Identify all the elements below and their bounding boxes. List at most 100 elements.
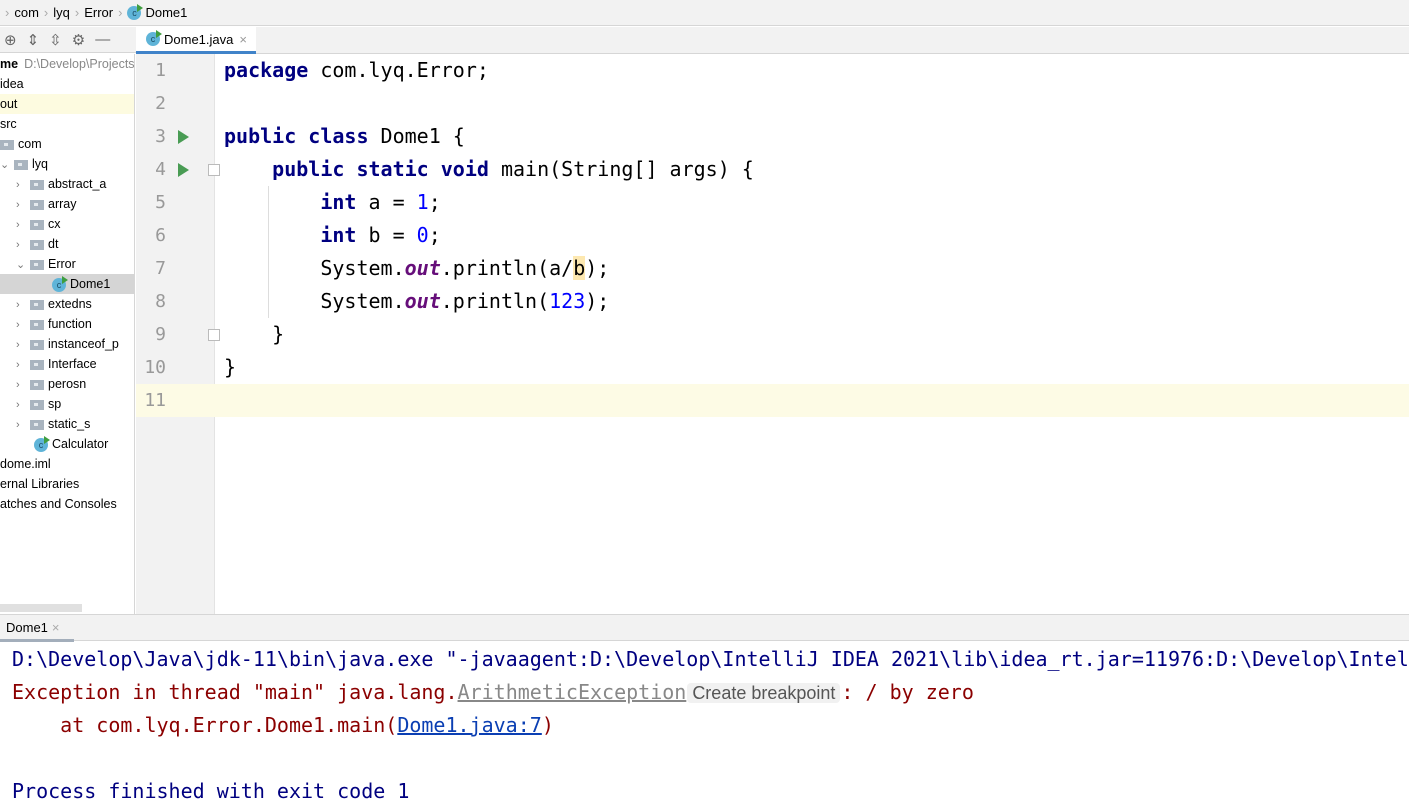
tree-item[interactable]: ⌄ Error (0, 254, 134, 275)
chevron-right-icon[interactable]: › (16, 395, 30, 415)
tree-item-label: Interface (48, 357, 97, 371)
tree-item-label: Calculator (52, 437, 109, 451)
gear-icon[interactable]: ⚙ (72, 31, 85, 49)
close-icon[interactable]: × (239, 32, 247, 47)
run-icon[interactable] (178, 130, 189, 144)
tree-item[interactable]: › instanceof_p (0, 334, 134, 355)
line-number: 4 (155, 159, 166, 180)
tree-item[interactable]: idea (0, 74, 134, 94)
code-line-11-current (215, 384, 1409, 417)
chevron-right-icon[interactable]: › (16, 315, 30, 335)
collapse-all-icon[interactable]: ⇳ (49, 31, 62, 49)
console-output[interactable]: D:\Develop\Java\jdk-11\bin\java.exe "-ja… (0, 642, 1409, 807)
tree-item[interactable]: › Interface (0, 354, 134, 375)
tree-item-label: com (18, 137, 42, 151)
chevron-right-icon[interactable]: › (16, 335, 30, 355)
java-class-icon: c (146, 30, 162, 46)
locate-icon[interactable]: ⊕ (4, 31, 17, 49)
source-link[interactable]: Dome1.java:7 (397, 713, 542, 737)
tree-item[interactable]: ernal Libraries (0, 474, 134, 494)
chevron-icon: › (74, 5, 80, 20)
folder-icon (30, 319, 44, 330)
code-editor[interactable]: package com.lyq.Error; public class Dome… (215, 54, 1409, 614)
tab-label: Dome1 (6, 620, 48, 635)
tree-item-label: cx (48, 217, 61, 231)
chevron-right-icon[interactable]: › (16, 175, 30, 195)
line-number: 5 (155, 192, 166, 213)
expand-all-icon[interactable]: ⇕ (27, 31, 40, 49)
run-icon[interactable] (178, 163, 189, 177)
tree-item-label: lyq (32, 157, 48, 171)
editor-tabs: c Dome1.java × (136, 27, 1409, 54)
console-command-line: D:\Develop\Java\jdk-11\bin\java.exe "-ja… (12, 647, 1409, 671)
code-line-5: int a = 1; (320, 190, 441, 214)
breadcrumb-com[interactable]: com (14, 5, 39, 20)
code-line-7: System.out.println(a/b); (320, 256, 610, 280)
tree-item-label: array (48, 197, 77, 211)
java-class-icon: c (127, 3, 144, 20)
tree-item[interactable]: c Calculator (0, 434, 134, 454)
chevron-icon: › (118, 5, 123, 20)
tree-item[interactable]: ⌄ lyq (0, 154, 134, 175)
tab-label: Dome1.java (164, 31, 234, 47)
tree-item[interactable]: › sp (0, 394, 134, 415)
create-breakpoint-button[interactable]: Create breakpoint (687, 683, 841, 703)
code-line-8: System.out.println(123); (320, 289, 610, 313)
folder-icon (30, 179, 44, 190)
tree-item[interactable]: › abstract_a (0, 174, 134, 195)
tree-item[interactable]: c Dome1 (0, 274, 134, 294)
breadcrumb-error[interactable]: Error (84, 5, 113, 20)
folder-icon (30, 219, 44, 230)
chevron-right-icon[interactable]: › (16, 295, 30, 315)
line-number: 1 (155, 60, 166, 81)
tree-item[interactable]: dome.iml (0, 454, 134, 474)
code-line-6: int b = 0; (320, 223, 441, 247)
tree-item-label: abstract_a (48, 177, 107, 191)
chevron-icon: › (43, 5, 49, 20)
tree-item[interactable]: › perosn (0, 374, 134, 395)
tree-item[interactable]: atches and Consoles (0, 494, 134, 514)
folder-icon (30, 419, 44, 430)
chevron-down-icon[interactable]: ⌄ (0, 155, 14, 175)
chevron-right-icon[interactable]: › (16, 195, 30, 215)
folder-icon (30, 339, 44, 350)
chevron-right-icon[interactable]: › (16, 375, 30, 395)
tree-item-label: function (48, 317, 92, 331)
minimize-icon[interactable]: — (95, 31, 110, 48)
tree-item[interactable]: src (0, 114, 134, 134)
console-exception-line: Exception in thread "main" java.lang.Ari… (12, 680, 974, 704)
tree-item-label: perosn (48, 377, 87, 391)
tree-item[interactable]: › dt (0, 234, 134, 255)
tree-item-label: out (0, 97, 18, 111)
folder-icon (30, 259, 44, 270)
tree-item[interactable]: › array (0, 194, 134, 215)
tree-item[interactable]: › cx (0, 214, 134, 235)
exception-class-link[interactable]: ArithmeticException (458, 680, 687, 704)
console-finish-line: Process finished with exit code 1 (12, 779, 410, 803)
tree-item[interactable]: me D:\Develop\Projects (0, 54, 134, 74)
tree-item[interactable]: › extedns (0, 294, 134, 315)
close-icon[interactable]: × (52, 620, 60, 635)
chevron-down-icon[interactable]: ⌄ (16, 255, 30, 275)
chevron-right-icon[interactable]: › (16, 355, 30, 375)
breadcrumb-dome1[interactable]: Dome1 (145, 5, 187, 20)
line-number: 7 (155, 258, 166, 279)
breadcrumb-lyq[interactable]: lyq (53, 5, 70, 20)
line-number: 8 (155, 291, 166, 312)
chevron-right-icon[interactable]: › (16, 235, 30, 255)
tree-item[interactable]: › function (0, 314, 134, 335)
horizontal-scrollbar[interactable] (0, 604, 82, 612)
tab-run-dome1[interactable]: Dome1 × (0, 615, 74, 642)
tree-item[interactable]: out (0, 94, 134, 114)
line-number: 2 (155, 93, 166, 114)
tree-item-label: sp (48, 397, 62, 411)
tree-item-label: atches and Consoles (0, 497, 117, 511)
chevron-right-icon[interactable]: › (16, 215, 30, 235)
tree-item[interactable]: › static_s (0, 414, 134, 435)
chevron-right-icon[interactable]: › (16, 415, 30, 435)
tree-item[interactable]: com (0, 134, 134, 154)
java-class-icon: c (52, 275, 68, 292)
tab-dome1-java[interactable]: c Dome1.java × (136, 27, 256, 54)
code-line-1: package com.lyq.Error; (224, 58, 489, 82)
